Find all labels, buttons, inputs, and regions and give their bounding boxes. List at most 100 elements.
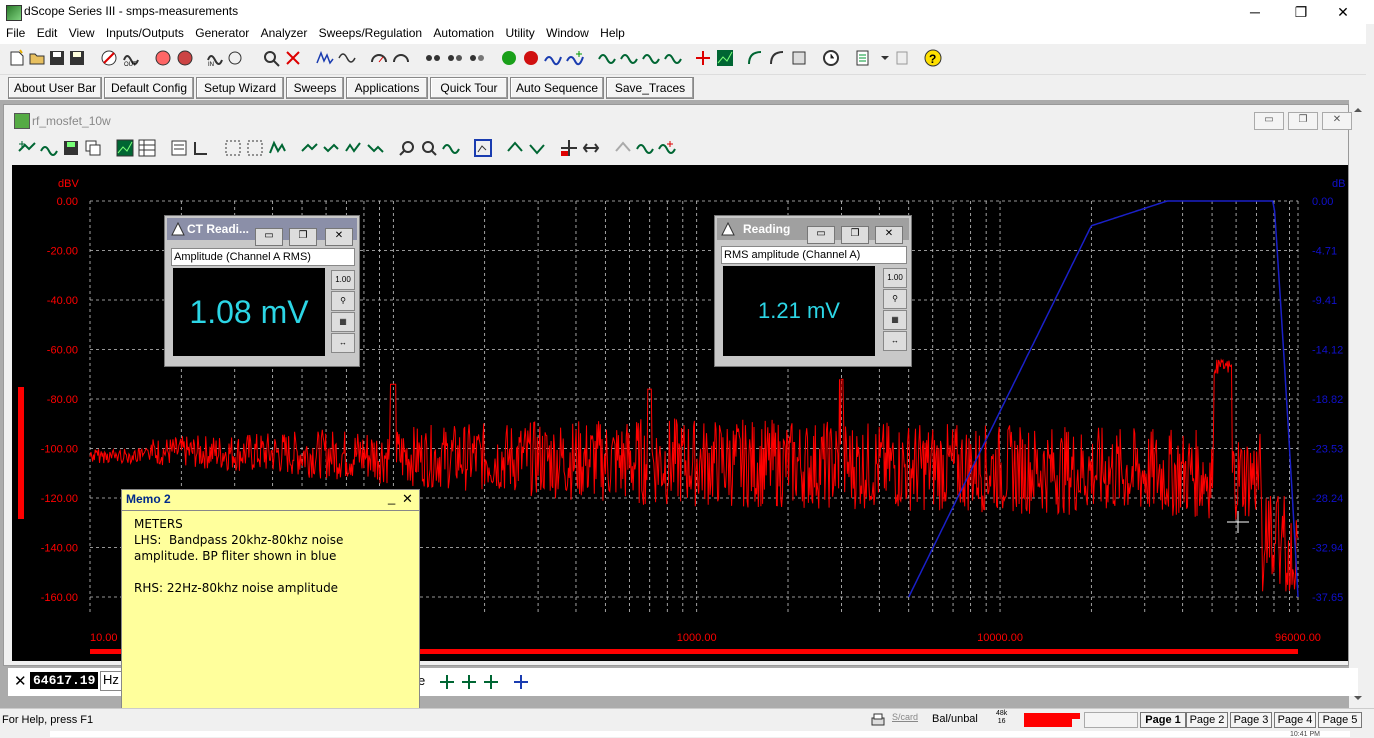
cursor-right-icon[interactable] [322, 139, 340, 157]
dropdown-arrow-icon[interactable] [876, 49, 894, 67]
applications-button[interactable]: Applications [346, 77, 428, 99]
double-cursor-icon[interactable] [582, 139, 600, 157]
cursor-mode-icon[interactable] [560, 139, 578, 157]
sweep-icon[interactable] [424, 49, 442, 67]
trace-icon[interactable] [544, 49, 562, 67]
printer-icon[interactable] [870, 712, 886, 728]
transfer-up-icon[interactable] [614, 139, 632, 157]
properties-icon[interactable] [170, 139, 188, 157]
save-icon[interactable] [48, 49, 66, 67]
graph-view-icon[interactable] [116, 139, 134, 157]
script-run-icon[interactable] [746, 49, 764, 67]
menu-edit[interactable]: Edit [37, 24, 58, 40]
menu-file[interactable]: File [6, 24, 25, 40]
menu-inputs-outputs[interactable]: Inputs/Outputs [106, 24, 184, 40]
marker-icon[interactable] [694, 49, 712, 67]
graph-restore-button[interactable]: ❐ [1288, 112, 1318, 130]
input-icon[interactable]: IN [206, 49, 224, 67]
transfer-wave-icon[interactable] [636, 139, 654, 157]
menu-utility[interactable]: Utility [505, 24, 534, 40]
ct-probe-icon[interactable]: ⚲ [331, 291, 355, 311]
sweeps-button[interactable]: Sweeps [286, 77, 344, 99]
ct-settings-icon[interactable]: ▦ [331, 312, 355, 332]
smooth-icon[interactable] [442, 139, 460, 157]
rms-expand-icon[interactable]: ↔ [883, 331, 907, 351]
report-icon[interactable] [854, 49, 872, 67]
ct-expand-icon[interactable]: ↔ [331, 333, 355, 353]
run-icon[interactable] [500, 49, 518, 67]
sweep-setup-icon[interactable] [446, 49, 464, 67]
output-icon[interactable]: OUT [122, 49, 140, 67]
rms-probe-icon[interactable]: ⚲ [883, 289, 907, 309]
cursor-left-icon[interactable] [300, 139, 318, 157]
peak-icon[interactable] [344, 139, 362, 157]
menu-analyzer[interactable]: Analyzer [261, 24, 308, 40]
about-user-bar-button[interactable]: About User Bar [8, 77, 102, 99]
cursor-tools-icons[interactable] [438, 672, 548, 692]
generator-off-icon[interactable] [100, 49, 118, 67]
graph-minimize-button[interactable]: ▭ [1254, 112, 1284, 130]
fit-icon[interactable] [474, 139, 492, 157]
rms-meter-restore[interactable]: ❐ [841, 226, 869, 244]
page-3-tab[interactable]: Page 3 [1230, 712, 1272, 728]
regulation-icon[interactable] [468, 49, 486, 67]
scope-icon[interactable] [338, 49, 356, 67]
meters-icon[interactable] [392, 49, 410, 67]
page-1-tab[interactable]: Page 1 [1140, 712, 1186, 728]
ct-reading-meter[interactable]: CT Readi... ▭ ❐ ✕ Amplitude (Channel A R… [164, 215, 360, 367]
rms-meter-minimize[interactable]: ▭ [807, 226, 835, 244]
ct-meter-minimize[interactable]: ▭ [255, 228, 283, 246]
analyzer-off-icon[interactable] [284, 49, 302, 67]
analyzer-icon[interactable] [262, 49, 280, 67]
menu-automation[interactable]: Automation [433, 24, 494, 40]
scale-icon[interactable] [192, 139, 210, 157]
autoscale-icon[interactable] [268, 139, 286, 157]
rms-settings-icon[interactable]: ▦ [883, 310, 907, 330]
open-file-icon[interactable] [28, 49, 46, 67]
menu-help[interactable]: Help [600, 24, 625, 40]
menu-window[interactable]: Window [546, 24, 589, 40]
channel-a-icon[interactable] [154, 49, 172, 67]
input-off-icon[interactable] [226, 49, 244, 67]
graph-close-button[interactable]: ✕ [1322, 112, 1352, 130]
save-as-icon[interactable] [68, 49, 86, 67]
stop-icon[interactable] [522, 49, 540, 67]
waveform-2-icon[interactable] [620, 49, 638, 67]
trace-style-icon[interactable] [40, 139, 58, 157]
rms-meter-close[interactable]: ✕ [875, 226, 903, 244]
menu-generator[interactable]: Generator [195, 24, 249, 40]
copy-graph-icon[interactable] [84, 139, 102, 157]
restore-button[interactable]: ❐ [1278, 0, 1324, 24]
sequence-icon[interactable] [790, 49, 808, 67]
rms-reading-meter[interactable]: Reading ▭ ❐ ✕ RMS amplitude (Channel A) … [714, 215, 912, 367]
vertical-scrollbar[interactable] [1349, 100, 1366, 708]
up-down-icon[interactable] [506, 139, 524, 157]
ct-meter-restore[interactable]: ❐ [289, 228, 317, 246]
setup-wizard-button[interactable]: Setup Wizard [196, 77, 284, 99]
meter-icon[interactable] [370, 49, 388, 67]
zoom-out-icon[interactable] [246, 139, 264, 157]
fft-icon[interactable] [316, 49, 334, 67]
waveform-4-icon[interactable] [664, 49, 682, 67]
menu-view[interactable]: View [69, 24, 95, 40]
close-button[interactable]: ✕ [1320, 0, 1366, 24]
memo-window[interactable]: Memo 2 _ ✕ METERS LHS: Bandpass 20khz-80… [121, 489, 420, 709]
ct-range-button[interactable]: 1.00 [331, 270, 355, 290]
channel-b-icon[interactable] [176, 49, 194, 67]
chart-icon[interactable] [716, 49, 734, 67]
copy-icon[interactable] [894, 49, 912, 67]
auto-sequence-button[interactable]: Auto Sequence [510, 77, 604, 99]
quick-tour-button[interactable]: Quick Tour [430, 77, 508, 99]
script-icon[interactable] [768, 49, 786, 67]
search-left-icon[interactable] [398, 139, 416, 157]
search-right-icon[interactable] [420, 139, 438, 157]
save-traces-button[interactable]: Save_Traces [606, 77, 694, 99]
down-up-icon[interactable] [528, 139, 546, 157]
clock-icon[interactable] [822, 49, 840, 67]
cursor-close-button[interactable]: ✕ [14, 672, 27, 690]
page-2-tab[interactable]: Page 2 [1186, 712, 1228, 728]
save-graph-icon[interactable] [62, 139, 80, 157]
help-icon[interactable]: ? [924, 49, 942, 67]
memo-close-button[interactable]: ✕ [402, 491, 413, 507]
memo-text[interactable]: METERS LHS: Bandpass 20khz-80khz noise a… [134, 516, 343, 596]
